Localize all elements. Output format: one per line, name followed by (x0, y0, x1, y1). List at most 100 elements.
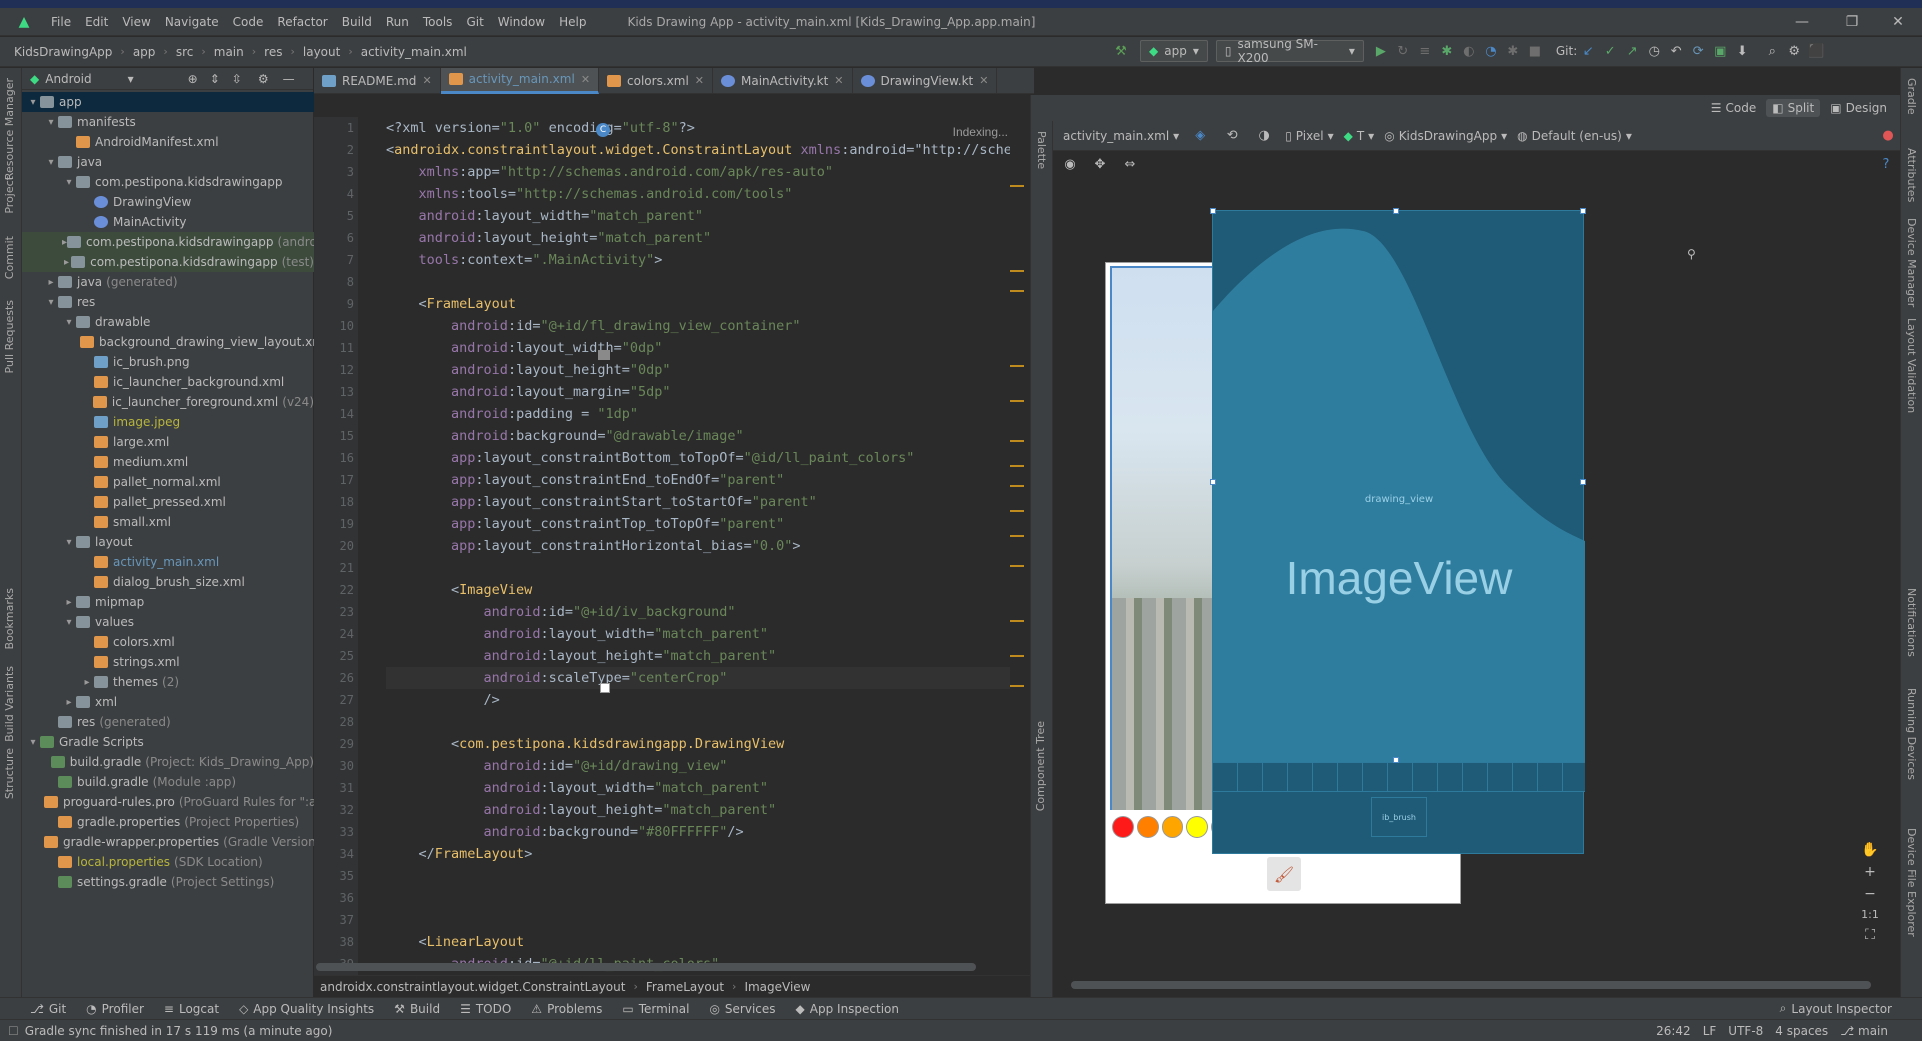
chevron-down-icon[interactable]: ▾ (62, 177, 76, 188)
api-dropdown[interactable]: ◆ T ▾ (1344, 129, 1375, 143)
theme-dropdown[interactable]: ◎ KidsDrawingApp ▾ (1384, 129, 1507, 143)
resize-handle[interactable] (1580, 479, 1586, 485)
code-line[interactable]: android:layout_height="match_parent" (386, 227, 1010, 249)
code-line[interactable]: android:layout_margin="5dp" (386, 381, 1010, 403)
debug-icon[interactable]: ✱ (1436, 40, 1458, 62)
breadcrumb-item[interactable]: app (131, 45, 158, 59)
brush-button[interactable]: 🖌 (1267, 857, 1301, 891)
hammer-icon[interactable]: ⚒ (1110, 40, 1132, 62)
blueprint-preview[interactable]: drawing_view ImageView ib_brush (1210, 208, 1586, 854)
chevron-down-icon[interactable]: ▾ (62, 617, 76, 628)
menu-view[interactable]: View (115, 8, 157, 36)
device-manager-icon[interactable]: ▣ (1709, 40, 1731, 62)
status-message[interactable]: Gradle sync finished in 17 s 119 ms (a m… (25, 1024, 333, 1038)
layout-inspector-button[interactable]: ⌕ Layout Inspector (1770, 1001, 1922, 1016)
chevron-down-icon[interactable]: ▾ (44, 117, 58, 128)
code-line[interactable] (386, 909, 1010, 931)
warning-mark[interactable] (1010, 270, 1024, 272)
code-line[interactable]: app:layout_constraintStart_toStartOf="pa… (386, 491, 1010, 513)
gutter-android-icon[interactable]: C (596, 123, 610, 137)
warning-mark[interactable] (1010, 465, 1024, 467)
zoom-reset-button[interactable]: 1:1 (1861, 908, 1879, 921)
tree-item[interactable]: local.properties (SDK Location) (22, 852, 314, 872)
tree-item[interactable]: settings.gradle (Project Settings) (22, 872, 314, 892)
view-mode-code[interactable]: ☰ Code (1705, 99, 1763, 117)
chevron-down-icon[interactable]: ▾ (26, 737, 40, 748)
zoom-out-icon[interactable]: − (1864, 886, 1876, 902)
view-mode-split[interactable]: ◧ Split (1766, 99, 1821, 117)
paint-color-swatch[interactable] (1112, 816, 1134, 838)
maximize-icon[interactable]: ❐ (1830, 8, 1874, 36)
tree-item[interactable]: ▸ xml (22, 692, 314, 712)
run-config-dropdown[interactable]: ◆ app ▾ (1140, 40, 1208, 62)
tool-window-profiler[interactable]: ◔ Profiler (76, 1002, 154, 1016)
code-line[interactable]: android:background="@drawable/image" (386, 425, 1010, 447)
close-tab-icon[interactable]: ✕ (834, 74, 843, 87)
tool-window-app-inspection[interactable]: ◆ App Inspection (786, 1002, 909, 1016)
gutter-color-swatch-icon[interactable] (600, 683, 610, 693)
menu-tools[interactable]: Tools (416, 8, 460, 36)
tool-window-todo[interactable]: ☰ TODO (450, 1002, 521, 1016)
git-push-icon[interactable]: ↗ (1621, 40, 1643, 62)
history-icon[interactable]: ◷ (1643, 40, 1665, 62)
tool-device-manager[interactable]: Device Manager (1905, 218, 1918, 307)
warning-mark[interactable] (1010, 440, 1024, 442)
editor-breadcrumb-item[interactable]: FrameLayout (644, 980, 726, 994)
pin-icon[interactable]: ⚲ (1687, 247, 1696, 261)
tree-item[interactable]: strings.xml (22, 652, 314, 672)
code-line[interactable]: android:layout_height="match_parent" (386, 799, 1010, 821)
profiler-icon[interactable]: ◔ (1480, 40, 1502, 62)
status-checkbox-icon[interactable]: ☐ (8, 1024, 19, 1038)
tree-item[interactable]: build.gradle (Project: Kids_Drawing_App) (22, 752, 314, 772)
code-line[interactable]: android:scaleType="centerCrop" (386, 667, 1010, 689)
breadcrumb-item[interactable]: KidsDrawingApp (12, 45, 114, 59)
close-icon[interactable]: ✕ (1876, 8, 1920, 36)
gear-icon[interactable]: ⚙ (258, 72, 269, 86)
menu-navigate[interactable]: Navigate (158, 8, 226, 36)
canvas-scrollbar[interactable] (1071, 981, 1871, 989)
tool-build-variants[interactable]: Build Variants (3, 666, 16, 742)
tool-layout-validation[interactable]: Layout Validation (1905, 318, 1918, 413)
warning-mark[interactable] (1010, 655, 1024, 657)
stop-icon[interactable]: ■ (1524, 40, 1546, 62)
code-line[interactable]: android:id="@+id/fl_drawing_view_contain… (386, 315, 1010, 337)
chevron-right-icon[interactable]: ▸ (44, 277, 58, 288)
chevron-down-icon[interactable]: ▾ (26, 97, 40, 108)
resize-handle[interactable] (1580, 208, 1586, 214)
git-commit-icon[interactable]: ✓ (1599, 40, 1621, 62)
tool-resource-manager[interactable]: Resource Manager (3, 78, 16, 180)
code-content[interactable]: <?xml version="1.0" encoding="utf-8"?> <a… (386, 117, 1010, 975)
hand-icon[interactable]: ✋ (1861, 842, 1878, 858)
view-mode-design[interactable]: ▣ Design (1824, 99, 1893, 117)
warning-mark[interactable] (1010, 185, 1024, 187)
tool-bookmarks[interactable]: Bookmarks (3, 588, 16, 649)
code-line[interactable]: <androidx.constraintlayout.widget.Constr… (386, 139, 1010, 161)
tree-item[interactable]: colors.xml (22, 632, 314, 652)
chevron-right-icon[interactable]: ▸ (62, 597, 76, 608)
resize-handle[interactable] (1210, 208, 1216, 214)
chevron-right-icon[interactable]: ▸ (80, 677, 94, 688)
device-dropdown[interactable]: ▯ samsung SM-X200 ▾ (1215, 37, 1364, 65)
tree-item[interactable]: ▸ com.pestipona.kidsdrawingapp (test) (22, 252, 314, 272)
editor-horizontal-scrollbar[interactable] (316, 963, 976, 971)
tree-item[interactable]: ▸ themes (2) (22, 672, 314, 692)
tree-item[interactable]: ic_launcher_background.xml (22, 372, 314, 392)
code-line[interactable] (386, 887, 1010, 909)
tree-item[interactable]: ▸com.pestipona.kidsdrawingapp(androidTes… (22, 232, 314, 252)
layers-icon[interactable]: ◈ (1189, 125, 1211, 147)
code-line[interactable]: xmlns:tools="http://schemas.android.com/… (386, 183, 1010, 205)
tool-gradle[interactable]: Gradle (1905, 78, 1918, 115)
tab-mainactivity-kt[interactable]: MainActivity.kt ✕ (713, 67, 853, 94)
chevron-down-icon[interactable]: ▾ (44, 157, 58, 168)
warning-mark[interactable] (1010, 485, 1024, 487)
close-tab-icon[interactable]: ✕ (422, 74, 431, 87)
night-mode-icon[interactable]: ◑ (1253, 125, 1275, 147)
tree-item[interactable]: proguard-rules.pro (ProGuard Rules for ":… (22, 792, 314, 812)
warning-mark[interactable] (1010, 535, 1024, 537)
tree-item[interactable]: ▾ layout (22, 532, 314, 552)
menu-edit[interactable]: Edit (78, 8, 115, 36)
tree-item[interactable]: MainActivity (22, 212, 314, 232)
tree-item[interactable]: ▾ values (22, 612, 314, 632)
menu-run[interactable]: Run (379, 8, 416, 36)
warning-mark[interactable] (1010, 400, 1024, 402)
